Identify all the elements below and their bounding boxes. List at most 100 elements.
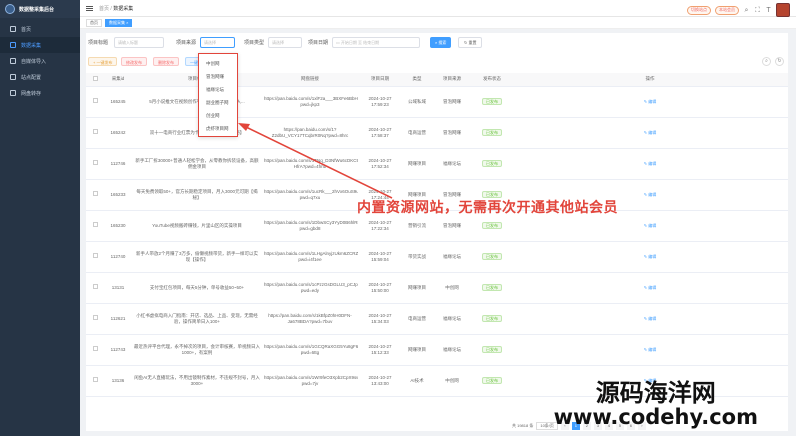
avatar[interactable] [776,3,790,17]
watermark: 源码海洋网 www.codehy.com [554,380,758,428]
app-logo: 数据整采集后台 [0,0,80,18]
row-checkbox[interactable] [86,334,104,366]
edit-link[interactable]: 编辑 [648,130,656,135]
row-checkbox[interactable] [86,272,104,304]
menu-toggle-icon[interactable] [86,5,93,11]
cell-title: 支付宝红包项目，每天5分钟，单号收益50~50+ [132,272,262,304]
select-all-checkbox[interactable] [86,73,104,87]
reset-button[interactable]: ↻ 重置 [458,37,483,48]
cell-source: 冒泡网赚 [432,117,472,149]
edit-link[interactable]: 编辑 [648,192,656,197]
column-header: 发布状态 [472,73,512,87]
cell-action: ✎ 编辑 [512,86,788,118]
cell-date: 2024-10-27 15:59:04 [358,241,402,273]
table-body: 165245 5月小说推文在视频创作平台...人人可做，日入... https://… [86,86,788,397]
cell-title: 闲鱼AI无人直播玩法，不用出镜制作素材，不违规不封号，月入3000+ [132,365,262,397]
cell-link: https://pan.baidu.com/s/1kBfpZ0hH0DFN-Ja… [262,303,358,335]
font-size-icon[interactable]: T [765,7,772,14]
table-row: 112621 小红书虚拟电商入门指南：开店、选品、上品、变现，无需经验，操作简单日… [86,303,788,335]
member-button[interactable]: 本站会员 [715,5,739,15]
filter-form: 项目标题 请输入标题 项目来源 请选择 项目类型 请选择 项目日期 ▭ 开始日期… [86,37,788,49]
status-badge: 已发布 [482,129,502,136]
refresh-icon[interactable]: ↻ [775,57,784,66]
header-actions: 切换站点 本站会员 ⌕ ⛶ T [687,3,790,17]
edit-link[interactable]: 编辑 [648,223,656,228]
table-row: 112746 新手工厂拆30000+普通人轻松学会，从零教你拆装设备，高额佣金项目… [86,148,788,180]
status-badge: 已发布 [482,98,502,105]
cell-id: 112743 [104,334,132,366]
column-header: 网盘链接 [262,73,358,87]
dropdown-option[interactable]: 福缘论坛 [199,83,237,96]
column-header: 采集id [104,73,132,87]
search-button-label: 搜索 [438,40,447,45]
sidebar-item-cloud[interactable]: 网盘转存 [0,85,80,101]
edit-link[interactable]: 编辑 [648,254,656,259]
row-checkbox[interactable] [86,148,104,180]
row-checkbox[interactable] [86,86,104,118]
row-checkbox[interactable] [86,210,104,242]
annotation-text: 内置资源网站，无需再次开通其他站会员 [357,199,618,215]
cell-source: 福缘论坛 [432,241,472,273]
cell-link: https://pan.baidu.com/s/1LHgAlnyjzUkm6ZC… [262,241,358,273]
sidebar-item-home[interactable]: 首页 [0,21,80,37]
cell-source: 中创网 [432,365,472,397]
edit-link[interactable]: 编辑 [648,347,656,352]
search-toggle-icon[interactable]: ⌕ [762,57,771,66]
cell-date: 2024-10-27 15:34:03 [358,303,402,335]
source-select[interactable]: 请选择 [200,37,235,48]
top-header: 首页 / 数据采集 切换站点 本站会员 ⌕ ⛶ T [80,0,796,17]
cell-type: AI技术 [402,365,432,397]
search-icon[interactable]: ⌕ [743,7,750,14]
edit-link[interactable]: 编辑 [648,161,656,166]
cell-status: 已发布 [472,86,512,118]
cell-link: https://pan.baidu.com/s/1DbwSCy3YyD0B6hl… [262,210,358,242]
row-checkbox[interactable] [86,179,104,211]
fullscreen-icon[interactable]: ⛶ [754,7,761,14]
tab-collect[interactable]: 数据采集 × [105,18,133,27]
dropdown-option[interactable]: 副业圈子网 [199,96,237,109]
status-badge: 已发布 [482,346,502,353]
edit-link[interactable]: 编辑 [648,99,656,104]
edit-link[interactable]: 编辑 [648,316,656,321]
row-checkbox[interactable] [86,241,104,273]
tab-home[interactable]: 首页 [86,18,102,27]
row-checkbox[interactable] [86,117,104,149]
dropdown-option[interactable]: 创业网 [199,109,237,122]
config-icon [10,74,16,80]
cell-date: 2024-10-27 17:58:37 [358,117,402,149]
date-range-input[interactable]: ▭ 开始日期 至 结束日期 [332,37,420,48]
table-row: 112740 新手人带放2个月赚了3万多，偷懒视频带货，新手一样可以实现【操作】 h… [86,241,788,273]
cell-status: 已发布 [472,365,512,397]
breadcrumb-home[interactable]: 首页 [99,6,109,12]
search-button[interactable]: ⌕ 搜索 [430,37,452,48]
cell-id: 165242 [104,117,132,149]
status-badge: 已发布 [482,253,502,260]
cell-link: https://pan.baidu.com/s/1Wr9feO3Xpb2CpX9… [262,365,358,397]
cell-action: ✎ 编辑 [512,303,788,335]
row-checkbox[interactable] [86,365,104,397]
dropdown-option[interactable]: 中创网 [199,57,237,70]
date-label: 项目日期 [308,40,329,46]
sidebar-item-import[interactable]: 自媒体导入 [0,53,80,69]
table-row: 165245 5月小说推文在视频创作平台...人人可做，日入... https://… [86,86,788,118]
sidebar-item-collect[interactable]: 数据采集 [0,37,80,53]
title-input[interactable]: 请输入标题 [114,37,164,48]
switch-site-button[interactable]: 切换站点 [687,5,711,15]
cell-id: 112740 [104,241,132,273]
sidebar-item-config[interactable]: 站点配置 [0,69,80,85]
cell-title: 最近热评平台代理，永不掉次的项目，会计审核赛，单视频日入1000+，有案例 [132,334,262,366]
cell-source: 福缘论坛 [432,303,472,335]
type-label: 项目类型 [244,40,265,46]
main-content: 项目标题 请输入标题 项目来源 请选择 项目类型 请选择 项目日期 ▭ 开始日期… [86,33,788,431]
cell-source: 福缘论坛 [432,148,472,180]
date-sep: 至 [358,40,363,45]
batch-publish-button[interactable]: + 一键发布 [88,57,118,66]
row-checkbox[interactable] [86,303,104,335]
edit-link[interactable]: 编辑 [648,285,656,290]
delete-publish-button[interactable]: 删除发布 [153,57,179,66]
type-select[interactable]: 请选择 [268,37,302,48]
edit-publish-button[interactable]: 修改发布 [121,57,147,66]
dropdown-option[interactable]: 冒泡网赚 [199,70,237,83]
app-title: 数据整采集后台 [19,6,55,13]
dropdown-option[interactable]: 虎虾项目网 [199,122,237,135]
